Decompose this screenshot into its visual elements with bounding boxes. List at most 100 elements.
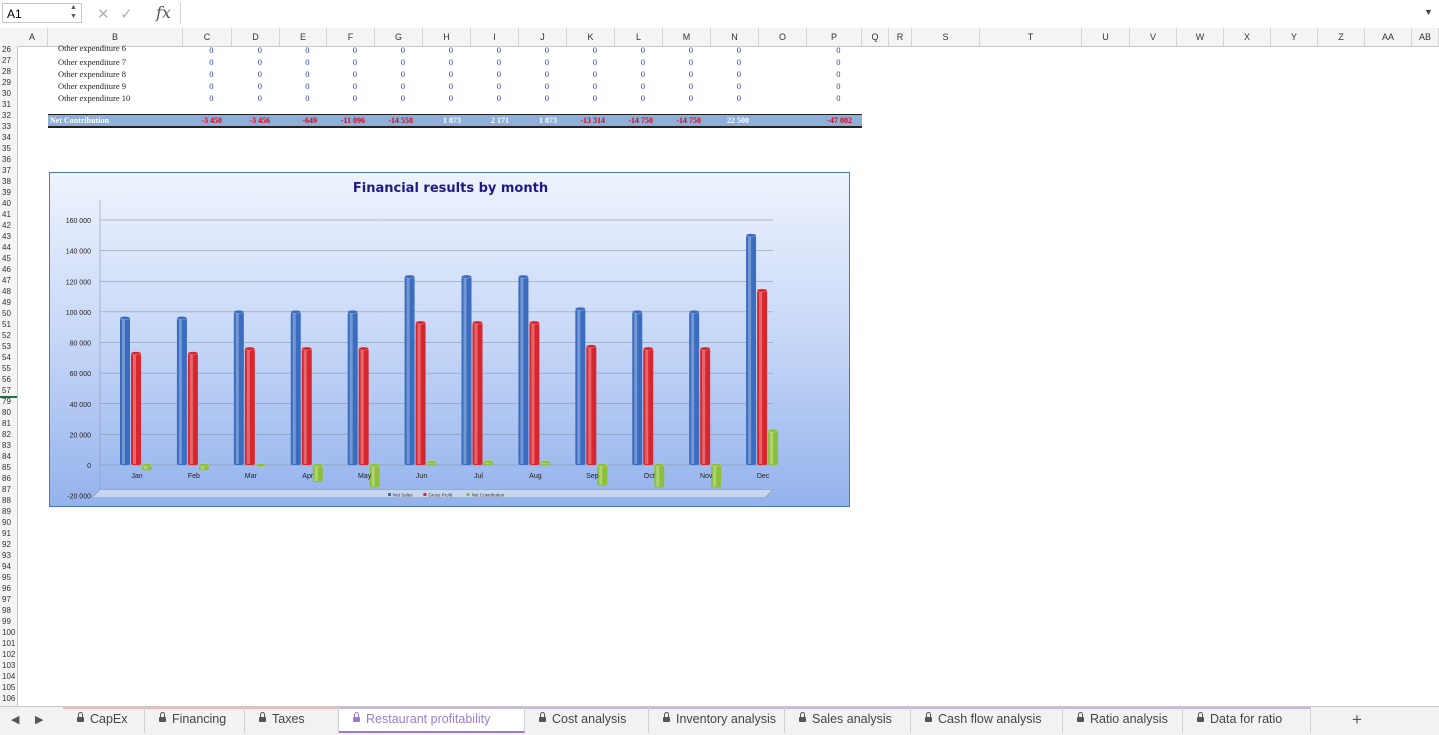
row-header[interactable]: 82: [0, 431, 17, 439]
cell-value[interactable]: 0: [721, 45, 741, 55]
column-header-g[interactable]: G: [375, 28, 423, 46]
row-header[interactable]: 48: [0, 288, 17, 296]
row-header[interactable]: 29: [0, 79, 17, 87]
column-header-c[interactable]: C: [183, 28, 232, 46]
row-header[interactable]: 101: [0, 640, 17, 648]
cell-value[interactable]: 0: [625, 45, 645, 55]
row-header[interactable]: 57: [0, 387, 17, 395]
net-contribution-value[interactable]: -14 750: [613, 115, 653, 126]
row-header[interactable]: 106: [0, 695, 17, 703]
row-header[interactable]: 33: [0, 123, 17, 131]
cell-value[interactable]: 0: [529, 69, 549, 79]
column-header-q[interactable]: Q: [862, 28, 889, 46]
row-header[interactable]: 41: [0, 211, 17, 219]
cell-value[interactable]: 0: [821, 45, 840, 55]
column-header-l[interactable]: L: [615, 28, 663, 46]
accept-icon[interactable]: ✓: [120, 5, 133, 23]
cell-value[interactable]: 0: [673, 69, 693, 79]
tab-capex[interactable]: CapEx: [63, 707, 145, 733]
row-header[interactable]: 35: [0, 145, 17, 153]
cell-value[interactable]: 0: [721, 81, 741, 91]
cell-value[interactable]: 0: [337, 93, 357, 103]
cell-value[interactable]: 0: [242, 93, 262, 103]
net-contribution-value[interactable]: -649: [277, 115, 317, 126]
cell-value[interactable]: 0: [721, 93, 741, 103]
row-header[interactable]: 28: [0, 68, 17, 76]
cell-value[interactable]: 0: [577, 69, 597, 79]
row-header[interactable]: 31: [0, 101, 17, 109]
column-header-z[interactable]: Z: [1318, 28, 1365, 46]
cell-value[interactable]: 0: [481, 57, 501, 67]
column-header-y[interactable]: Y: [1271, 28, 1318, 46]
cell-value[interactable]: 0: [821, 81, 840, 91]
net-contribution-value[interactable]: -3 456: [230, 115, 270, 126]
tab-cost-analysis[interactable]: Cost analysis: [525, 707, 649, 733]
row-header[interactable]: 37: [0, 167, 17, 175]
cell-value[interactable]: 0: [433, 69, 453, 79]
net-contribution-value[interactable]: -3 450: [182, 115, 222, 126]
net-contribution-value[interactable]: -14 558: [373, 115, 413, 126]
function-icon[interactable]: fx: [156, 3, 171, 22]
row-header[interactable]: 52: [0, 332, 17, 340]
row-header[interactable]: 55: [0, 365, 17, 373]
cell-value[interactable]: 0: [721, 57, 741, 67]
row-header[interactable]: 51: [0, 321, 17, 329]
column-header-o[interactable]: O: [759, 28, 807, 46]
cell-value[interactable]: 0: [821, 57, 840, 67]
row-header[interactable]: 36: [0, 156, 17, 164]
row-header[interactable]: 96: [0, 585, 17, 593]
column-header-t[interactable]: T: [980, 28, 1082, 46]
cell-value[interactable]: 0: [385, 93, 405, 103]
row-header[interactable]: 80: [0, 409, 17, 417]
cell-value[interactable]: 0: [529, 93, 549, 103]
row-header[interactable]: 84: [0, 453, 17, 461]
cell-value[interactable]: 0: [673, 45, 693, 55]
cell-value[interactable]: 0: [290, 57, 309, 67]
row-header[interactable]: 40: [0, 200, 17, 208]
column-header-ab[interactable]: AB: [1412, 28, 1439, 46]
tab-restaurant-profitability[interactable]: Restaurant profitability: [339, 707, 525, 733]
cell-value[interactable]: 0: [290, 81, 309, 91]
row-header[interactable]: 26: [0, 46, 17, 54]
column-header-i[interactable]: I: [471, 28, 519, 46]
column-header-aa[interactable]: AA: [1365, 28, 1412, 46]
cell-value[interactable]: 0: [337, 81, 357, 91]
tab-sales-analysis[interactable]: Sales analysis: [785, 707, 911, 733]
row-header[interactable]: 99: [0, 618, 17, 626]
cancel-icon[interactable]: ✕: [97, 5, 110, 23]
cell-value[interactable]: 0: [625, 69, 645, 79]
cell-value[interactable]: 0: [433, 57, 453, 67]
cell-value[interactable]: 0: [337, 69, 357, 79]
row-header[interactable]: 93: [0, 552, 17, 560]
row-label[interactable]: Other expenditure 10: [58, 93, 130, 103]
cell-value[interactable]: 0: [529, 45, 549, 55]
cell-value[interactable]: 0: [242, 45, 262, 55]
row-header[interactable]: 89: [0, 508, 17, 516]
cell-value[interactable]: 0: [242, 81, 262, 91]
prev-sheet-icon[interactable]: ◀: [11, 713, 19, 726]
column-header-a[interactable]: A: [17, 28, 48, 46]
row-header[interactable]: 85: [0, 464, 17, 472]
net-contribution-value[interactable]: 22 500: [709, 115, 749, 126]
row-header[interactable]: 47: [0, 277, 17, 285]
row-header[interactable]: 90: [0, 519, 17, 527]
row-header[interactable]: 46: [0, 266, 17, 274]
cell-value[interactable]: 0: [290, 93, 309, 103]
row-header[interactable]: 87: [0, 486, 17, 494]
column-header-n[interactable]: N: [711, 28, 759, 46]
cell-value[interactable]: 0: [529, 81, 549, 91]
row-header[interactable]: 83: [0, 442, 17, 450]
cell-value[interactable]: 0: [625, 81, 645, 91]
row-header[interactable]: 39: [0, 189, 17, 197]
net-contribution-value[interactable]: 1 873: [517, 115, 557, 126]
cell-value[interactable]: 0: [385, 81, 405, 91]
cell-value[interactable]: 0: [721, 69, 741, 79]
net-contribution-value[interactable]: 1 873: [421, 115, 461, 126]
net-contribution-value[interactable]: 2 171: [469, 115, 509, 126]
cell-value[interactable]: 0: [481, 93, 501, 103]
cell-value[interactable]: 0: [385, 69, 405, 79]
cell-value[interactable]: 0: [242, 57, 262, 67]
cell-value[interactable]: 0: [481, 69, 501, 79]
cell-value[interactable]: 0: [673, 81, 693, 91]
row-header[interactable]: 95: [0, 574, 17, 582]
